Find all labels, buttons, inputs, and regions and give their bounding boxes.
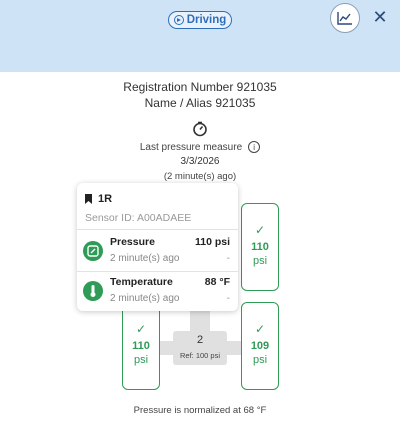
- sensor-id: Sensor ID: A00ADAEE: [85, 212, 192, 224]
- divider: [77, 229, 238, 230]
- measure-ago: (2 minute(s) ago): [163, 171, 237, 182]
- close-icon: ✕: [372, 6, 388, 27]
- axle-reference: Ref: 100 psi: [179, 351, 221, 360]
- status-badge: Driving: [168, 11, 232, 29]
- tire-pressure-unit: psi: [133, 354, 149, 366]
- check-icon: ✓: [254, 223, 266, 237]
- bookmark-icon: [85, 194, 92, 204]
- tire-detail-popup: 1R Sensor ID: A00ADAEE Pressure 110 psi …: [77, 183, 238, 311]
- play-circle-icon: [173, 15, 184, 25]
- tire-pressure-value: 109: [250, 340, 270, 352]
- tire-card[interactable]: ✓ 110 psi: [122, 302, 160, 390]
- tire-pressure-value: 110: [132, 340, 150, 352]
- pressure-time: 2 minute(s) ago: [110, 253, 180, 264]
- thermometer-icon: [83, 281, 103, 301]
- tire-pressure-value: 110: [251, 241, 269, 253]
- tire-pressure-unit: psi: [252, 354, 268, 366]
- last-measure-row: Last pressure measure i: [0, 141, 400, 153]
- chart-button[interactable]: [330, 3, 360, 33]
- pressure-icon: [83, 241, 103, 261]
- pressure-value: 110 psi: [194, 236, 230, 248]
- temperature-time: 2 minute(s) ago: [110, 293, 180, 304]
- pressure-dash: -: [226, 253, 230, 264]
- temperature-value: 88 °F: [204, 276, 230, 288]
- registration-number: Registration Number 921035: [123, 80, 277, 94]
- axle-number: 2: [196, 334, 204, 346]
- temperature-label: Temperature: [110, 276, 173, 288]
- chart-line-icon: [337, 12, 352, 25]
- gauge-icon: [193, 121, 207, 137]
- close-button[interactable]: ✕: [370, 6, 390, 28]
- tire-card[interactable]: ✓ 110 psi: [241, 203, 279, 291]
- temperature-dash: -: [226, 293, 230, 304]
- info-icon[interactable]: i: [248, 141, 261, 153]
- status-label: Driving: [186, 14, 227, 26]
- check-icon: ✓: [135, 322, 147, 336]
- tire-position-label: 1R: [98, 193, 113, 205]
- normalization-note: Pressure is normalized at 68 °F: [133, 405, 267, 416]
- tire-pressure-unit: psi: [252, 255, 268, 267]
- tire-card[interactable]: ✓ 109 psi: [241, 302, 279, 390]
- divider: [77, 271, 238, 272]
- check-icon: ✓: [254, 322, 266, 336]
- pressure-label: Pressure: [110, 236, 155, 248]
- measure-date: 3/3/2026: [180, 156, 220, 167]
- tire-position: 1R: [85, 193, 112, 205]
- last-measure-label: Last pressure measure: [139, 141, 243, 153]
- vehicle-alias: Name / Alias 921035: [144, 96, 256, 110]
